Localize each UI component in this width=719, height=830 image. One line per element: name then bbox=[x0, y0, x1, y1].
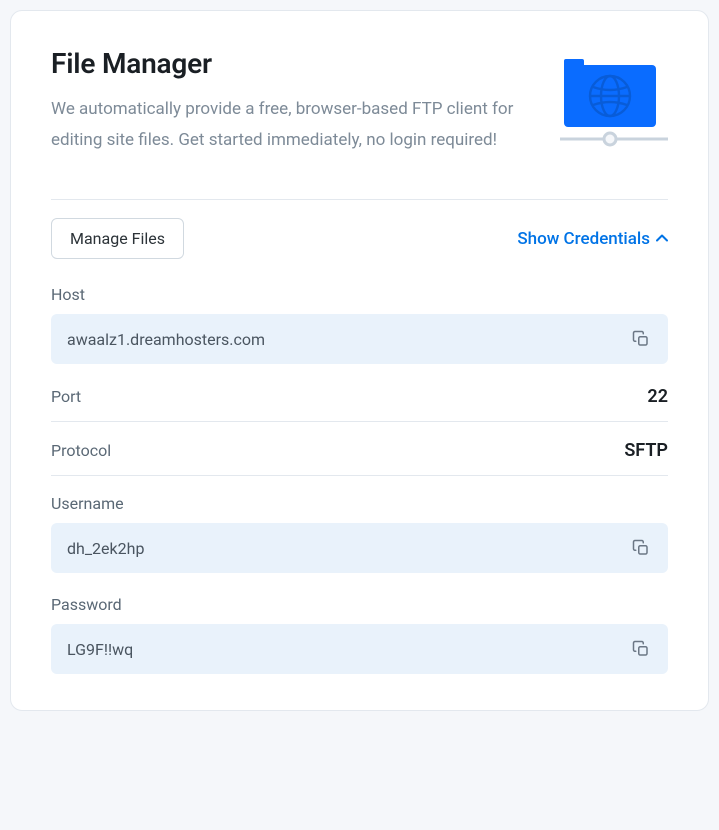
header-row: File Manager We automatically provide a … bbox=[51, 47, 668, 159]
protocol-value: SFTP bbox=[624, 440, 668, 461]
port-value: 22 bbox=[647, 386, 668, 407]
file-manager-card: File Manager We automatically provide a … bbox=[10, 10, 709, 711]
port-label: Port bbox=[51, 387, 81, 406]
username-value: dh_2ek2hp bbox=[67, 539, 144, 558]
copy-icon bbox=[632, 640, 650, 658]
copy-password-button[interactable] bbox=[630, 638, 652, 660]
host-value-box: awaalz1.dreamhosters.com bbox=[51, 314, 668, 364]
actions-row: Manage Files Show Credentials bbox=[51, 218, 668, 259]
host-section: Host awaalz1.dreamhosters.com bbox=[51, 285, 668, 364]
chevron-up-icon bbox=[656, 231, 668, 246]
protocol-row: Protocol SFTP bbox=[51, 440, 668, 476]
folder-globe-icon bbox=[560, 47, 668, 159]
copy-username-button[interactable] bbox=[630, 537, 652, 559]
manage-files-button[interactable]: Manage Files bbox=[51, 218, 184, 259]
page-title: File Manager bbox=[51, 47, 532, 80]
username-label: Username bbox=[51, 494, 668, 513]
copy-icon bbox=[632, 539, 650, 557]
host-label: Host bbox=[51, 285, 668, 304]
header-text: File Manager We automatically provide a … bbox=[51, 47, 532, 155]
divider bbox=[51, 199, 668, 200]
show-credentials-toggle[interactable]: Show Credentials bbox=[517, 229, 668, 249]
password-section: Password LG9F!!wq bbox=[51, 595, 668, 674]
protocol-label: Protocol bbox=[51, 441, 111, 460]
copy-icon bbox=[632, 330, 650, 348]
username-section: Username dh_2ek2hp bbox=[51, 494, 668, 573]
show-credentials-label: Show Credentials bbox=[517, 229, 650, 249]
password-label: Password bbox=[51, 595, 668, 614]
page-description: We automatically provide a free, browser… bbox=[51, 94, 532, 155]
password-value-box: LG9F!!wq bbox=[51, 624, 668, 674]
copy-host-button[interactable] bbox=[630, 328, 652, 350]
port-row: Port 22 bbox=[51, 386, 668, 422]
username-value-box: dh_2ek2hp bbox=[51, 523, 668, 573]
password-value: LG9F!!wq bbox=[67, 640, 133, 659]
host-value: awaalz1.dreamhosters.com bbox=[67, 330, 265, 349]
